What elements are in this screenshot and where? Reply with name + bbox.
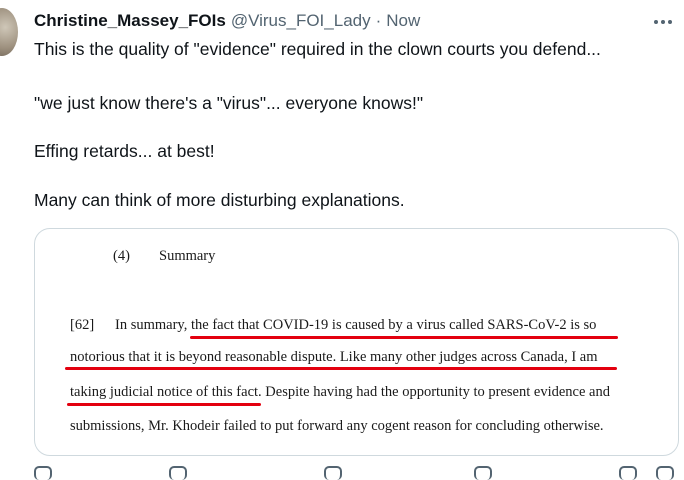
tweet-header: Christine_Massey_FOIs @Virus_FOI_Lady · … — [34, 10, 420, 32]
tweet-text-line-2: "we just know there's a "virus"... every… — [34, 93, 424, 113]
retweet-icon[interactable] — [169, 466, 187, 480]
like-icon[interactable] — [324, 466, 342, 480]
timestamp[interactable]: Now — [386, 11, 420, 31]
separator-dot: · — [375, 11, 382, 30]
doc-line-1-plain: In summary, — [115, 317, 191, 333]
attached-image-card[interactable]: (4) Summary [62] In summary, the fact th… — [34, 228, 679, 456]
views-icon[interactable] — [474, 466, 492, 480]
reply-icon[interactable] — [34, 466, 52, 480]
tweet-text-line-1: This is the quality of "evidence" requir… — [34, 39, 601, 59]
action-bar — [34, 466, 674, 480]
red-underline-2 — [65, 367, 617, 370]
avatar[interactable] — [0, 8, 18, 56]
doc-section-title: Summary — [159, 248, 216, 264]
doc-line-4: submissions, Mr. Khodeir failed to put f… — [70, 418, 604, 434]
tweet-text-line-3: Effing retards... at best! — [34, 141, 215, 161]
doc-line-1: In summary, the fact that COVID-19 is ca… — [115, 317, 596, 334]
doc-line-2: notorious that it is beyond reasonable d… — [70, 349, 598, 365]
more-options-icon[interactable] — [652, 12, 674, 32]
doc-line-3-rest: Despite having had the opportunity to pr… — [261, 384, 610, 400]
doc-line-3-underlined: taking judicial notice of this fact. — [70, 384, 262, 400]
tweet-text-line-4: Many can think of more disturbing explan… — [34, 190, 405, 210]
bookmark-icon[interactable] — [619, 466, 637, 480]
doc-line-3: taking judicial notice of this fact. Des… — [70, 384, 610, 401]
doc-paragraph-number: [62] — [70, 317, 95, 333]
author-name[interactable]: Christine_Massey_FOIs — [34, 11, 226, 31]
doc-line-1-underlined: the fact that COVID-19 is caused by a vi… — [190, 317, 597, 333]
author-handle[interactable]: @Virus_FOI_Lady — [231, 11, 371, 31]
red-underline-1 — [190, 336, 618, 339]
share-icon[interactable] — [656, 466, 674, 480]
red-underline-3 — [67, 403, 261, 406]
doc-section-number: (4) — [113, 248, 130, 264]
